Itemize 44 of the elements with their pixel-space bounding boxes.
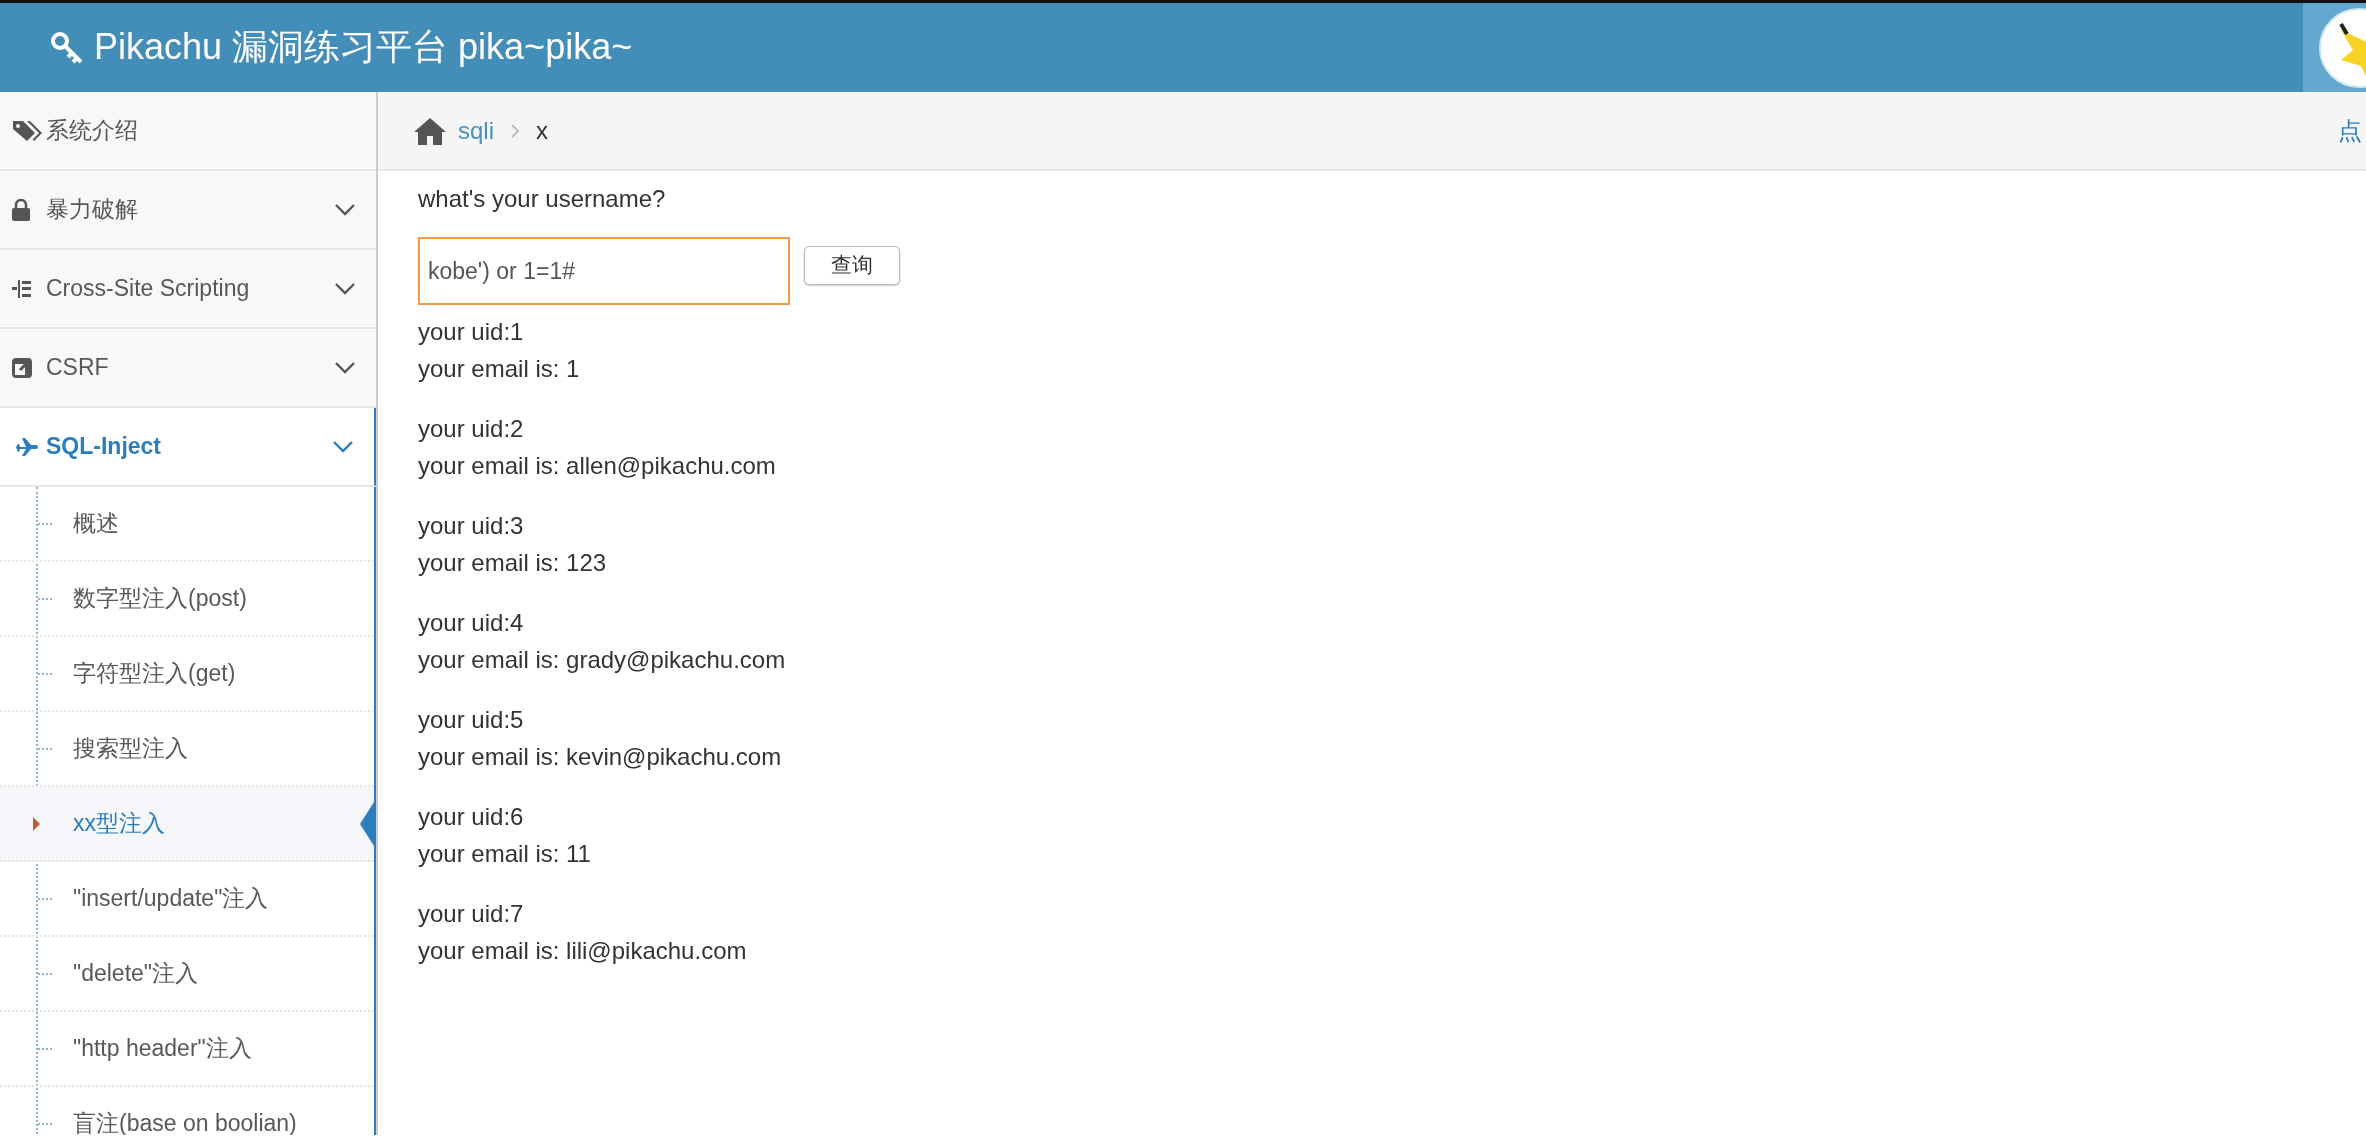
submenu-item[interactable]: "http header"注入	[0, 1012, 374, 1087]
submenu-item[interactable]: "delete"注入	[0, 937, 374, 1012]
submenu-item[interactable]: 盲注(base on boolian)	[0, 1087, 374, 1135]
lock-icon	[12, 198, 30, 221]
email-text: your email is: 123	[418, 548, 608, 578]
chevron-right-icon	[510, 122, 520, 139]
email-text: your email is: 11	[418, 839, 592, 869]
email-text: your email is: lili@pikachu.com	[418, 936, 748, 966]
uid-text: your uid:4	[418, 608, 525, 638]
chevron-down-icon	[334, 202, 356, 217]
home-icon[interactable]	[414, 116, 446, 145]
header-link[interactable]: 点	[2338, 114, 2362, 147]
share-square-icon	[12, 357, 32, 378]
email-text: your email is: kevin@pikachu.com	[418, 742, 783, 772]
chevron-down-icon	[332, 439, 354, 454]
sidebar-menu-item[interactable]: Cross-Site Scripting	[0, 250, 376, 329]
uid-text: your uid:7	[418, 899, 525, 929]
query-button[interactable]: 查询	[804, 245, 900, 285]
uid-text: your uid:3	[418, 511, 525, 541]
submenu-item[interactable]: "insert/update"注入	[0, 862, 374, 937]
uid-text: your uid:5	[418, 705, 525, 735]
caret-icon	[33, 816, 40, 831]
breadcrumb-current: x	[536, 116, 548, 145]
submenu-item[interactable]: xx型注入	[0, 787, 374, 862]
chevron-down-icon	[334, 360, 356, 375]
email-text: your email is: 1	[418, 354, 581, 384]
uid-text: your uid:1	[418, 317, 525, 347]
sidebar-menu-item[interactable]: SQL-Inject	[0, 408, 376, 487]
sidebar-menu-item[interactable]: 系统介绍	[0, 92, 376, 171]
email-text: your email is: grady@pikachu.com	[418, 645, 787, 675]
username-input[interactable]: kobe') or 1=1#	[418, 237, 790, 305]
app-title: Pikachu 漏洞练习平台 pika~pika~	[94, 25, 633, 69]
submenu-item[interactable]: 字符型注入(get)	[0, 637, 374, 712]
uid-text: your uid:2	[418, 414, 525, 444]
submenu-item[interactable]: 数字型注入(post)	[0, 562, 374, 637]
tag-icon	[12, 118, 42, 143]
submenu-item[interactable]: 概述	[0, 487, 374, 562]
username-prompt: what's your username?	[418, 185, 667, 213]
email-text: your email is: allen@pikachu.com	[418, 451, 777, 481]
sidebar-menu-item[interactable]: 暴力破解	[0, 171, 376, 250]
chevron-down-icon	[334, 281, 356, 296]
sitemap-icon	[12, 278, 32, 299]
uid-text: your uid:6	[418, 802, 525, 832]
key-icon	[50, 30, 84, 65]
